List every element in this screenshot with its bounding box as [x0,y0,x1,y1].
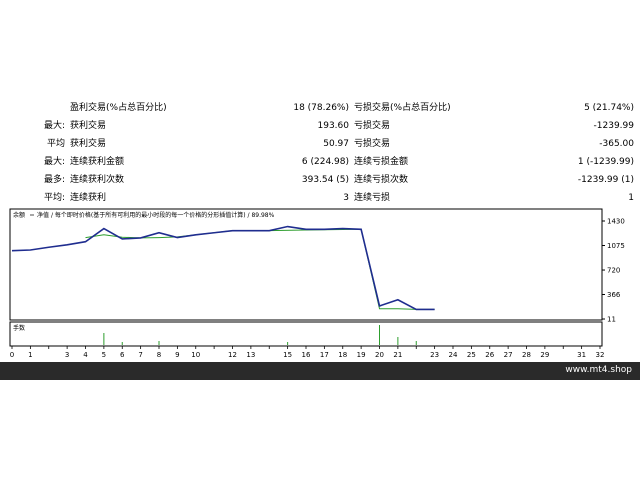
volume-panel-label: 手数 [13,324,25,332]
x-tick-label: 16 [302,351,311,359]
stat-value: 5 (21.74%) [584,103,634,113]
stat-value: 193.60 [317,121,350,131]
x-tick-label: 4 [83,351,88,359]
x-tick-label: 13 [246,351,255,359]
footer-bar: www.mt4.shop [0,362,640,380]
stat-prefix: 最大: [43,157,65,167]
stat-label: 连续获利金额 [70,157,125,167]
stat-label: 连续亏损金额 [354,157,409,167]
x-tick-label: 28 [522,351,531,359]
x-tick-label: 5 [102,351,106,359]
x-tick-label: 27 [504,351,513,359]
x-tick-label: 8 [157,351,161,359]
x-tick-label: 21 [393,351,402,359]
x-tick-label: 25 [467,351,476,359]
stat-value: 18 (78.26%) [293,103,349,113]
x-tick-label: 17 [320,351,329,359]
stat-label: 连续获利 [70,193,107,203]
watermark-brand: www.mt4.shop [565,365,632,375]
stat-label: 亏损交易(%占总百分比) [354,103,451,113]
statistics-panel: 盈利交易(%占总百分比) 18 (78.26%) 亏损交易(%占总百分比) 5 … [0,100,640,205]
stat-label: 获利交易 [70,121,107,131]
stat-value: 50.97 [323,139,349,149]
stat-prefix: 平均: [43,193,65,203]
stat-prefix: 最多: [43,175,65,185]
x-tick-label: 18 [338,351,347,359]
stat-value: 3 [343,193,349,203]
y-tick-label: 1075 [607,242,625,250]
stat-label: 亏损交易 [354,121,391,131]
x-tick-label: 20 [375,351,384,359]
stat-row: 盈利交易(%占总百分比) 18 (78.26%) 亏损交易(%占总百分比) 5 … [0,100,640,118]
x-tick-label: 23 [430,351,439,359]
x-tick-label: 0 [10,351,14,359]
stat-value: -365.00 [599,139,634,149]
x-tick-label: 1 [28,351,32,359]
x-tick-label: 7 [138,351,142,359]
x-tick-label: 29 [540,351,549,359]
stat-label: 亏损交易 [354,139,391,149]
stat-label: 盈利交易(%占总百分比) [70,103,167,113]
stat-row: 最大: 获利交易 193.60 亏损交易 -1239.99 [0,118,640,136]
stat-value: -1239.99 (1) [577,175,634,185]
x-tick-label: 19 [357,351,366,359]
x-tick-label: 24 [449,351,458,359]
x-tick-label: 6 [120,351,125,359]
y-tick-label: 366 [607,291,621,299]
x-tick-label: 32 [596,351,605,359]
stat-value: -1239.99 [593,121,634,131]
x-tick-label: 10 [191,351,200,359]
y-tick-label: 720 [607,267,620,275]
stat-value: 1 (-1239.99) [577,157,634,167]
stat-label: 连续获利次数 [70,175,125,185]
legend-note: / 每个即时价格(基于所有可利用的最小时段的每一个价格的分形插值计算) / 89… [51,211,275,219]
legend-balance-label: 余额 [13,211,25,219]
stat-value: 393.54 (5) [301,175,349,185]
x-tick-label: 15 [283,351,292,359]
x-tick-label: 26 [485,351,494,359]
balance-chart: 余额 净值 / 每个即时价格(基于所有可利用的最小时段的每一个价格的分形插值计算) … [0,207,640,362]
y-tick-label: 1430 [607,218,625,226]
stat-row: 最大: 连续获利金额 6 (224.98) 连续亏损金额 1 (-1239.99… [0,154,640,172]
y-tick-label: 11 [607,316,616,324]
main-plot-frame [9,208,603,321]
stat-prefix: 平均 [46,139,65,149]
stat-label: 连续亏损次数 [354,175,409,185]
stat-value: 6 (224.98) [301,157,349,167]
stat-row: 平均: 连续获利 3 连续亏损 1 [0,190,640,208]
x-tick-label: 9 [175,351,179,359]
stat-row: 平均 获利交易 50.97 亏损交易 -365.00 [0,136,640,154]
chart-canvas: 余额 净值 / 每个即时价格(基于所有可利用的最小时段的每一个价格的分形插值计算) … [9,208,625,359]
stat-label: 连续亏损 [354,193,391,203]
volume-plot-frame [9,321,603,347]
stat-label: 获利交易 [70,139,107,149]
stat-value: 1 [628,193,634,203]
x-tick-label: 12 [228,351,237,359]
stat-row: 最多: 连续获利次数 393.54 (5) 连续亏损次数 -1239.99 (1… [0,172,640,190]
x-tick-label: 31 [577,351,586,359]
x-tick-label: 3 [65,351,69,359]
legend-equity-label: 净值 [37,211,49,219]
stat-prefix: 最大: [43,121,65,131]
